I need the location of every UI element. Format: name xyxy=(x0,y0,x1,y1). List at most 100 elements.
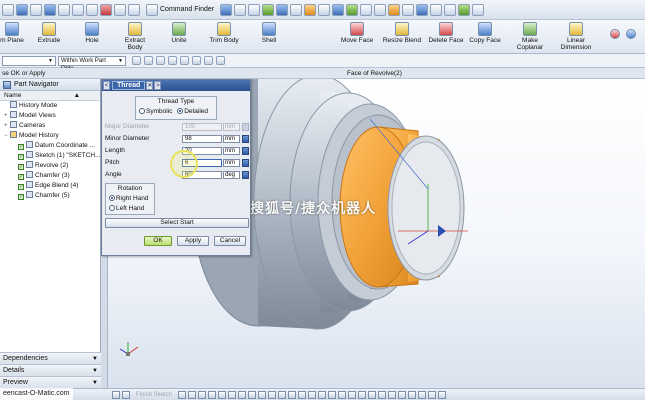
offset-icon[interactable] xyxy=(258,390,267,399)
checkbox-checked-icon[interactable]: ✓ xyxy=(18,194,24,200)
detailed-option[interactable]: Detailed xyxy=(177,108,208,115)
help-icon[interactable] xyxy=(472,3,485,16)
select-start-button[interactable]: Select Start xyxy=(105,218,249,228)
delete-face-button[interactable]: Delete Face xyxy=(426,20,466,54)
chamfer-icon[interactable] xyxy=(378,390,387,399)
move-face-button[interactable]: Move Face xyxy=(337,20,377,54)
rotate-icon[interactable] xyxy=(262,3,275,16)
zoom-icon[interactable] xyxy=(248,3,261,16)
spline-icon[interactable] xyxy=(308,390,317,399)
preview-panel[interactable]: Preview ▼ xyxy=(0,376,101,388)
type-filter-dropdown[interactable]: ▼ xyxy=(2,55,56,66)
mirror-icon[interactable] xyxy=(248,390,257,399)
wireframe-icon[interactable] xyxy=(290,3,303,16)
show-constraint-icon[interactable] xyxy=(438,390,447,399)
column-header[interactable]: Name ▲ xyxy=(0,91,100,101)
datum-plane-button[interactable]: m Plane xyxy=(0,20,24,54)
options-icon[interactable] xyxy=(242,135,249,143)
hole-button[interactable]: Hole xyxy=(80,20,104,54)
snap-icon[interactable] xyxy=(346,3,359,16)
finish-sketch-button[interactable]: Finish Sketch xyxy=(136,392,172,398)
render-style-icon[interactable] xyxy=(318,3,331,16)
face-rule-icon[interactable] xyxy=(180,56,189,65)
prev-dialog-button[interactable]: < xyxy=(103,81,110,90)
start-menu-icon[interactable] xyxy=(2,3,14,16)
ellipse-icon[interactable] xyxy=(358,390,367,399)
tree-item-chamfer-3[interactable]: ✓ Chamfer (3) xyxy=(0,171,100,181)
refresh-button[interactable] xyxy=(625,20,637,54)
rectangle-icon[interactable] xyxy=(208,390,217,399)
copy-icon[interactable] xyxy=(72,3,84,16)
checkbox-checked-icon[interactable]: ✓ xyxy=(18,184,24,190)
fillet-icon[interactable] xyxy=(238,390,247,399)
linear-dimension-button[interactable]: Linear Dimension xyxy=(557,20,595,54)
save-icon[interactable] xyxy=(44,3,56,16)
view-icon[interactable] xyxy=(430,3,443,16)
checkbox-checked-icon[interactable]: ✓ xyxy=(18,144,24,150)
make-coplanar-button[interactable]: Make Coplanar xyxy=(512,20,548,54)
delete-icon[interactable] xyxy=(100,3,112,16)
tree-item-chamfer-5[interactable]: ✓ Chamfer (5) xyxy=(0,191,100,201)
copy-face-button[interactable]: Copy Face xyxy=(467,20,503,54)
dialog-title-bar[interactable]: < Thread ✕ > xyxy=(102,80,250,91)
selection-scope-dropdown[interactable]: Within Work Part Only ▼ xyxy=(58,55,126,72)
symbolic-option[interactable]: Symbolic xyxy=(139,108,172,115)
left-hand-option[interactable]: Left Hand xyxy=(109,204,149,214)
window-icon[interactable] xyxy=(444,3,457,16)
tools-icon[interactable] xyxy=(458,3,471,16)
paste-icon[interactable] xyxy=(86,3,98,16)
options-icon[interactable] xyxy=(242,171,249,179)
delete-curve-icon[interactable] xyxy=(418,390,427,399)
edit-section-icon[interactable] xyxy=(304,3,317,16)
midpoint-icon[interactable] xyxy=(204,56,213,65)
open-icon[interactable] xyxy=(30,3,42,16)
trim-body-button[interactable]: Trim Body xyxy=(206,20,242,54)
project-icon[interactable] xyxy=(318,390,327,399)
circle-icon[interactable] xyxy=(198,390,207,399)
tree-item-model-history[interactable]: − Model History xyxy=(0,131,100,141)
command-finder[interactable]: Command Finder xyxy=(146,3,214,16)
unite-button[interactable]: Unite xyxy=(166,20,192,54)
scale-icon[interactable] xyxy=(408,390,417,399)
select-all-icon[interactable] xyxy=(144,56,153,65)
intersect-icon[interactable] xyxy=(328,390,337,399)
snap-point-icon[interactable] xyxy=(132,56,141,65)
center-icon[interactable] xyxy=(216,56,225,65)
highlight-icon[interactable] xyxy=(388,3,401,16)
layer-icon[interactable] xyxy=(332,3,345,16)
unit-select[interactable]: deg xyxy=(223,171,240,179)
shell-button[interactable]: Shell xyxy=(254,20,284,54)
analysis-icon[interactable] xyxy=(360,3,373,16)
arc-icon[interactable] xyxy=(188,390,197,399)
unit-select[interactable]: mm xyxy=(223,159,240,167)
details-panel[interactable]: Details ▼ xyxy=(0,364,101,376)
new-icon[interactable] xyxy=(16,3,28,16)
conic-icon[interactable] xyxy=(368,390,377,399)
shaded-icon[interactable] xyxy=(276,3,289,16)
endpoint-icon[interactable] xyxy=(192,56,201,65)
dimension-icon[interactable] xyxy=(288,390,297,399)
derive-icon[interactable] xyxy=(338,390,347,399)
checkbox-checked-icon[interactable]: ✓ xyxy=(18,164,24,170)
view-orient-icon[interactable] xyxy=(220,3,233,16)
resize-blend-button[interactable]: Resize Blend xyxy=(380,20,424,54)
undo-icon[interactable] xyxy=(114,3,126,16)
auto-constraint-icon[interactable] xyxy=(428,390,437,399)
filter-icon[interactable] xyxy=(156,56,165,65)
next-dialog-button[interactable]: > xyxy=(154,81,162,90)
ok-button[interactable]: OK xyxy=(144,236,172,246)
measure-icon[interactable] xyxy=(374,3,387,16)
pattern-icon[interactable] xyxy=(268,390,277,399)
dependencies-panel[interactable]: Dependencies ▼ xyxy=(0,352,101,364)
minor-diameter-input[interactable]: 98 xyxy=(182,135,222,143)
move-curve-icon[interactable] xyxy=(398,390,407,399)
constraint-icon[interactable] xyxy=(278,390,287,399)
unit-select[interactable]: mm xyxy=(223,135,240,143)
line-icon[interactable] xyxy=(178,390,187,399)
point-icon[interactable] xyxy=(298,390,307,399)
cancel-button[interactable]: Cancel xyxy=(214,236,246,246)
polygon-icon[interactable] xyxy=(348,390,357,399)
corner-icon[interactable] xyxy=(388,390,397,399)
tree-item-sketch[interactable]: ✓ Sketch (1) "SKETCH... xyxy=(0,151,101,161)
display-icon[interactable] xyxy=(402,3,415,16)
